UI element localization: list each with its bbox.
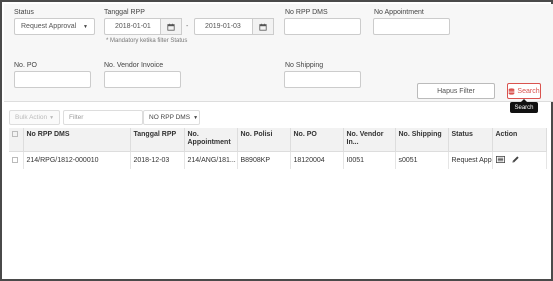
column-header-tanggal-rpp[interactable]: Tanggal RPP: [130, 128, 185, 152]
column-header-status[interactable]: Status: [448, 128, 493, 152]
date-from-value: 2018-01-01: [115, 23, 151, 30]
bulk-action-button[interactable]: Bulk Action ▼: [9, 110, 60, 125]
cell-no-appointment: 214/ANG/181...: [184, 151, 238, 169]
select-all-cell[interactable]: [9, 128, 24, 152]
date-to-value: 2019-01-03: [205, 23, 241, 30]
chevron-down-icon: ▼: [49, 114, 55, 121]
database-icon: [509, 87, 515, 95]
table-filter-input[interactable]: Filter: [63, 110, 143, 125]
column-header-no-polisi[interactable]: No. Polisi: [237, 128, 291, 152]
no-shipping-input[interactable]: [284, 71, 361, 88]
date-range-separator: -: [186, 23, 189, 30]
chevron-down-icon: ▼: [83, 23, 88, 30]
no-shipping-label: No Shipping: [285, 62, 324, 69]
cell-no-rpp-dms: 214/RPG/1812-000010: [23, 151, 131, 169]
column-select-dropdown[interactable]: NO RPP DMS ▼: [143, 110, 200, 125]
app-window: Status Request Approval ▼ Tanggal RPP 20…: [0, 0, 553, 281]
table-row[interactable]: 214/RPG/1812-000010 2018-12-03 214/ANG/1…: [9, 151, 547, 169]
column-header-no-vendor-invoice[interactable]: No. Vendor In...: [343, 128, 396, 152]
column-header-no-rpp-dms[interactable]: No RPP DMS: [23, 128, 131, 152]
search-button-label: Search: [517, 87, 540, 95]
no-appointment-label: No Appointment: [374, 9, 424, 16]
no-vendor-invoice-label: No. Vendor Invoice: [104, 62, 164, 69]
status-select[interactable]: Request Approval ▼: [14, 18, 95, 35]
table-filter-placeholder: Filter: [69, 114, 84, 121]
view-list-icon[interactable]: [495, 155, 505, 164]
data-table: No RPP DMS Tanggal RPP No. Appointment N…: [9, 128, 547, 169]
column-header-no-po[interactable]: No. PO: [290, 128, 344, 152]
cell-no-shipping: s0051: [395, 151, 449, 169]
no-rpp-dms-input[interactable]: [284, 18, 361, 35]
column-select-label: NO RPP DMS: [149, 114, 191, 121]
date-to-input[interactable]: 2019-01-03: [194, 18, 254, 35]
no-po-input[interactable]: [14, 71, 91, 88]
hapus-filter-button[interactable]: Hapus Filter: [417, 83, 495, 99]
pencil-icon[interactable]: [511, 155, 520, 164]
column-header-action: Action: [492, 128, 547, 152]
search-tooltip: Search: [510, 99, 538, 113]
select-all-checkbox[interactable]: [12, 131, 18, 138]
calendar-icon: [167, 23, 175, 31]
tanggal-rpp-label: Tanggal RPP: [104, 9, 145, 16]
cell-no-polisi: B8908KP: [237, 151, 291, 169]
column-header-no-appointment[interactable]: No. Appointment: [184, 128, 238, 152]
mandatory-hint: * Mandatory ketika filter Status: [106, 38, 188, 44]
date-from-input[interactable]: 2018-01-01: [104, 18, 162, 35]
chevron-down-icon: ▼: [193, 114, 199, 121]
calendar-from-button[interactable]: [160, 18, 182, 35]
search-button[interactable]: Search: [507, 83, 541, 99]
row-checkbox[interactable]: [12, 156, 18, 163]
cell-no-po: 18120004: [290, 151, 344, 169]
status-label: Status: [14, 9, 34, 16]
no-vendor-invoice-input[interactable]: [104, 71, 181, 88]
row-select-cell[interactable]: [9, 151, 24, 169]
calendar-to-button[interactable]: [252, 18, 274, 35]
no-appointment-input[interactable]: [373, 18, 450, 35]
cell-action: [492, 151, 547, 169]
calendar-icon: [259, 23, 267, 31]
table-header-row: No RPP DMS Tanggal RPP No. Appointment N…: [9, 128, 547, 152]
cell-no-vendor-invoice: I0051: [343, 151, 396, 169]
column-header-no-shipping[interactable]: No. Shipping: [395, 128, 449, 152]
no-po-label: No. PO: [14, 62, 37, 69]
bulk-action-label: Bulk Action: [15, 114, 48, 121]
status-select-value: Request Approval: [21, 23, 77, 30]
cell-tanggal-rpp: 2018-12-03: [130, 151, 185, 169]
cell-status: Request Appro: [448, 151, 493, 169]
no-rpp-dms-label: No RPP DMS: [285, 9, 328, 16]
